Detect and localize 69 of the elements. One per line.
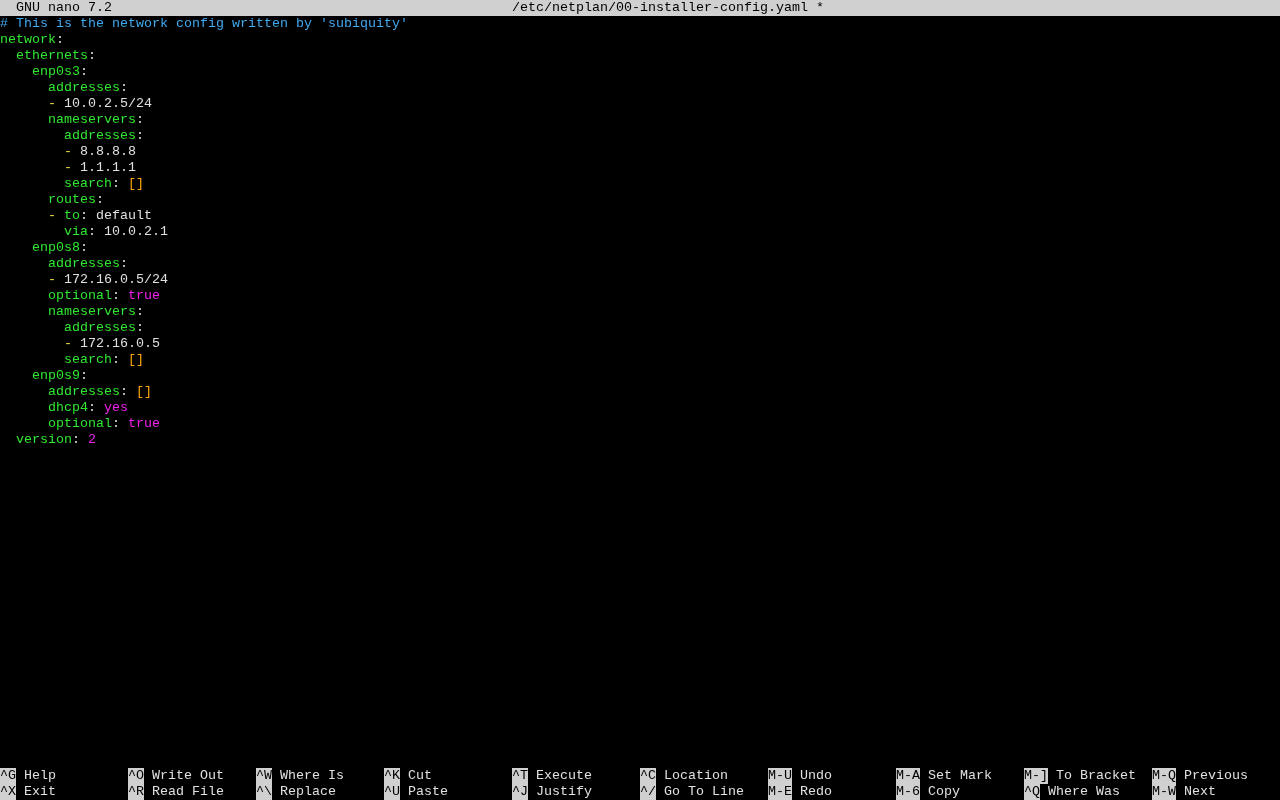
code-line: search: [] [64,176,144,192]
code-line: # This is the network config written by 'subiquity' [0,16,408,32]
shortcut-key: ^T [512,768,528,784]
shortcut-label: Next [1184,784,1216,800]
shortcut-label: Location [664,768,728,784]
shortcut-label: Redo [800,784,832,800]
shortcut-key: ^C [640,768,656,784]
shortcut-key: ^R [128,784,144,800]
shortcut-label: Set Mark [928,768,992,784]
shortcut-key: M-A [896,768,920,784]
shortcut-label: Justify [536,784,592,800]
shortcut-key: ^\ [256,784,272,800]
shortcut-label: Previous [1184,768,1248,784]
shortcut-key: M-] [1024,768,1048,784]
shortcut-label: Help [24,768,56,784]
code-line: ethernets: [16,48,96,64]
shortcut-label: Go To Line [664,784,744,800]
shortcut-key: M-W [1152,784,1176,800]
shortcut-label: Where Is [280,768,344,784]
shortcut-key: ^G [0,768,16,784]
shortcut-key: ^K [384,768,400,784]
code-line: version: 2 [16,432,96,448]
shortcut-key: ^/ [640,784,656,800]
shortcut-key: M-U [768,768,792,784]
shortcut-label: Write Out [152,768,224,784]
code-line: addresses: [64,320,144,336]
code-line: - 1.1.1.1 [64,160,136,176]
code-line: routes: [48,192,104,208]
shortcut-label: Replace [280,784,336,800]
shortcut-label: Cut [408,768,432,784]
code-line: via: 10.0.2.1 [64,224,168,240]
code-line: - 8.8.8.8 [64,144,136,160]
shortcut-label: Copy [928,784,960,800]
shortcut-label: Undo [800,768,832,784]
code-line: - 10.0.2.5/24 [48,96,152,112]
code-line: enp0s8: [32,240,88,256]
shortcut-label: Exit [24,784,56,800]
code-line: nameservers: [48,112,144,128]
code-line: search: [] [64,352,144,368]
shortcut-key: ^J [512,784,528,800]
code-line: addresses: [64,128,144,144]
shortcut-label: Where Was [1048,784,1120,800]
shortcut-key: ^W [256,768,272,784]
shortcut-key: ^O [128,768,144,784]
shortcut-key: ^X [0,784,16,800]
code-line: - to: default [48,208,152,224]
code-line: nameservers: [48,304,144,320]
shortcut-label: To Bracket [1056,768,1136,784]
shortcut-key: M-Q [1152,768,1176,784]
code-line: enp0s3: [32,64,88,80]
shortcut-key: ^U [384,784,400,800]
shortcut-key: M-E [768,784,792,800]
shortcut-label: Paste [408,784,448,800]
shortcut-key: M-6 [896,784,920,800]
file-name: /etc/netplan/00-installer-config.yaml * [512,0,824,16]
code-line: optional: true [48,288,160,304]
shortcut-label: Read File [152,784,224,800]
code-line: - 172.16.0.5/24 [48,272,168,288]
code-line: addresses: [] [48,384,152,400]
app-version: GNU nano 7.2 [16,0,113,16]
code-line: addresses: [48,256,128,272]
code-line: network: [0,32,64,48]
code-line: dhcp4: yes [48,400,128,416]
shortcut-label: Execute [536,768,592,784]
code-line: enp0s9: [32,368,88,384]
code-line: addresses: [48,80,128,96]
code-line: optional: true [48,416,160,432]
shortcut-key: ^Q [1024,784,1040,800]
code-line: - 172.16.0.5 [64,336,160,352]
